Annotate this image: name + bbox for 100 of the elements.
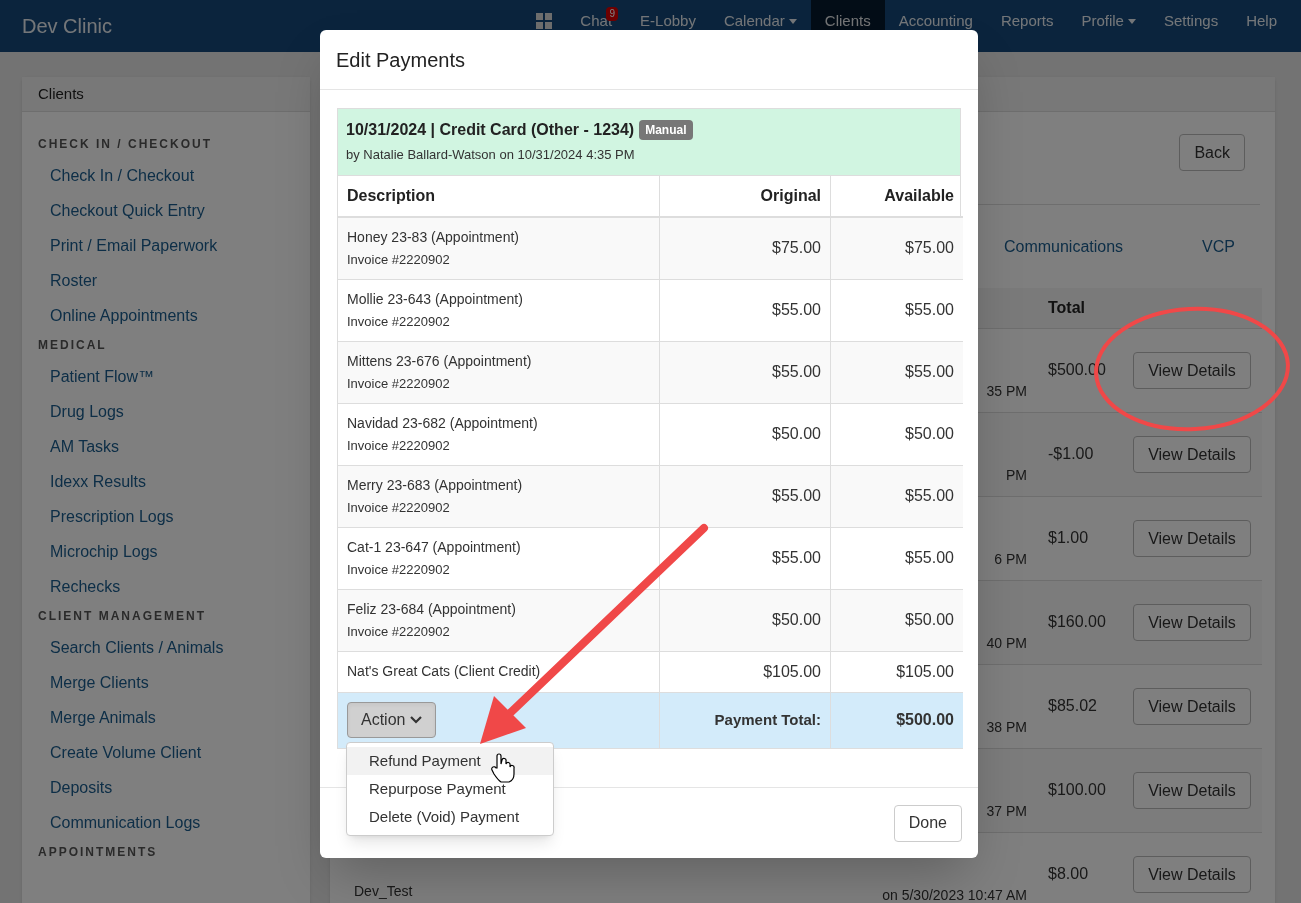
done-button[interactable]: Done (893, 804, 962, 842)
table-cell-text: $75.00 (905, 238, 954, 258)
sidebar-link[interactable]: Online Appointments (22, 298, 310, 333)
table-cell-text: -$1.00 (1048, 443, 1094, 464)
table-cell-text: on 5/30/2023 10:47 AM (882, 886, 1027, 903)
table-cell-text: $55.00 (772, 548, 821, 568)
table-cell-text: $8.00 (1048, 863, 1089, 884)
nav-link[interactable]: Settings (1149, 0, 1233, 52)
table-cell-text: $50.00 (905, 424, 954, 444)
table-cell-text: $50.00 (905, 610, 954, 630)
sidebar-link[interactable]: Merge Animals (22, 700, 310, 735)
menu-item[interactable]: Refund Payment (347, 747, 553, 775)
section-heading: CLIENT MANAGEMENT (37, 608, 207, 625)
table-cell-text: Dev_Test (354, 882, 413, 901)
sidebar-link[interactable]: Search Clients / Animals (22, 630, 310, 665)
table-cell-text: $100.00 (1048, 779, 1106, 800)
column-header: Available (884, 185, 954, 206)
table-cell-text: 40 PM (986, 634, 1027, 653)
table-cell-text: $75.00 (772, 238, 821, 258)
table-cell-text: $55.00 (772, 486, 821, 506)
view-details-button[interactable]: View Details (1133, 436, 1251, 473)
table-cell-text: $55.00 (905, 300, 954, 320)
column-header: Original (760, 185, 821, 206)
table-cell-text: Invoice #2220902 (347, 498, 451, 517)
table-cell-text: Invoice #2220902 (347, 312, 451, 331)
section-heading: CHECK IN / CHECKOUT (37, 136, 213, 153)
column-header: Description (347, 185, 435, 206)
tab-link[interactable]: Communications (1003, 235, 1124, 259)
sidebar-link[interactable]: Idexx Results (22, 464, 310, 499)
table-cell-text: $50.00 (772, 610, 821, 630)
menu-item[interactable]: Delete (Void) Payment (347, 803, 553, 831)
payment-byline: by Natalie Ballard-Watson on 10/31/2024 4:35 PM (346, 146, 636, 164)
sidebar-link[interactable]: Rechecks (22, 569, 310, 604)
sidebar-link[interactable]: Patient Flow™ (22, 359, 310, 394)
table-cell-text: $55.00 (905, 548, 954, 568)
view-details-button[interactable]: View Details (1133, 604, 1251, 641)
table-cell-text: Invoice #2220902 (347, 374, 451, 393)
sidebar-link[interactable]: Create Volume Client (22, 735, 310, 770)
table-cell-text: $55.00 (772, 362, 821, 382)
total-value: $500.00 (896, 710, 954, 730)
table-cell-text: Merry 23-683 (Appointment) (347, 475, 524, 495)
table-cell-text: $105.00 (763, 661, 821, 682)
sidebar-link[interactable]: Roster (22, 263, 310, 298)
tab-link[interactable]: VCP (1202, 235, 1235, 259)
nav-link[interactable]: Reports (986, 0, 1068, 52)
sidebar-link[interactable]: Deposits (22, 770, 310, 805)
total-label: Payment Total: (714, 709, 821, 730)
section-heading: MEDICAL (37, 337, 108, 354)
nav-dropdown[interactable]: Calendar (709, 0, 811, 52)
manual-tag: Manual (639, 120, 693, 140)
sidebar-link[interactable]: Merge Clients (22, 665, 310, 700)
sidebar-link[interactable]: Check In / Checkout (22, 158, 310, 193)
sidebar-link[interactable]: Prescription Logs (22, 499, 310, 534)
payment-heading: 10/31/2024 | Credit Card (Other - 1234) (346, 120, 635, 140)
table-cell-text: Invoice #2220902 (347, 560, 451, 579)
sidebar-link[interactable]: Microchip Logs (22, 534, 310, 569)
table-cell-text: $55.00 (905, 486, 954, 506)
table-cell-text: 6 PM (994, 550, 1027, 569)
table-cell-text: 38 PM (986, 718, 1027, 737)
notification-badge: 9 (606, 7, 619, 21)
dialog-title: Edit Payments (336, 47, 465, 73)
nav-link[interactable]: Help (1232, 0, 1291, 52)
sidebar-link[interactable]: AM Tasks (22, 429, 310, 464)
table-cell-text: Mollie 23-643 (Appointment) (347, 289, 524, 309)
table-cell-text: PM (1006, 466, 1027, 485)
table-cell-text: Feliz 23-684 (Appointment) (347, 599, 517, 619)
table-cell-text: $55.00 (772, 300, 821, 320)
view-details-button[interactable]: View Details (1133, 772, 1251, 809)
table-cell-text: $55.00 (905, 362, 954, 382)
table-cell-text: Nat's Great Cats (Client Credit) (347, 662, 542, 681)
sidebar-link[interactable]: Communication Logs (22, 805, 310, 840)
column-header: Total (1048, 298, 1086, 318)
sidebar-header: Clients (22, 77, 310, 112)
nav-dropdown[interactable]: Profile (1067, 0, 1150, 52)
table-cell-text: 35 PM (986, 382, 1027, 401)
action-button[interactable]: Action (347, 702, 437, 738)
table-cell-text: $85.02 (1048, 695, 1097, 716)
table-cell-text: $50.00 (772, 424, 821, 444)
menu-item[interactable]: Repurpose Payment (347, 775, 553, 803)
table-cell-text: Mittens 23-676 (Appointment) (347, 351, 533, 371)
sidebar-link[interactable]: Print / Email Paperwork (22, 228, 310, 263)
sidebar-link[interactable]: Drug Logs (22, 394, 310, 429)
table-cell-text: 37 PM (986, 802, 1027, 821)
view-details-button[interactable]: View Details (1133, 520, 1251, 557)
table-cell-text: Invoice #2220902 (347, 250, 451, 269)
table-cell-text: Invoice #2220902 (347, 436, 451, 455)
table-cell-text: Navidad 23-682 (Appointment) (347, 413, 539, 433)
table-cell-text: $1.00 (1048, 527, 1089, 548)
table-cell-text: $160.00 (1048, 611, 1106, 632)
sidebar-link[interactable]: Checkout Quick Entry (22, 193, 310, 228)
table-cell-text: Cat-1 23-647 (Appointment) (347, 537, 522, 557)
back-button[interactable]: Back (1179, 134, 1245, 171)
table-cell-text: $105.00 (896, 661, 954, 682)
view-details-button[interactable]: View Details (1133, 688, 1251, 725)
section-heading: APPOINTMENTS (37, 844, 159, 861)
table-cell-text: Invoice #2220902 (347, 622, 451, 641)
view-details-button[interactable]: View Details (1133, 352, 1251, 389)
brand-title[interactable]: Dev Clinic (22, 11, 113, 41)
view-details-button[interactable]: View Details (1133, 856, 1251, 893)
table-cell-text: Honey 23-83 (Appointment) (347, 227, 520, 247)
